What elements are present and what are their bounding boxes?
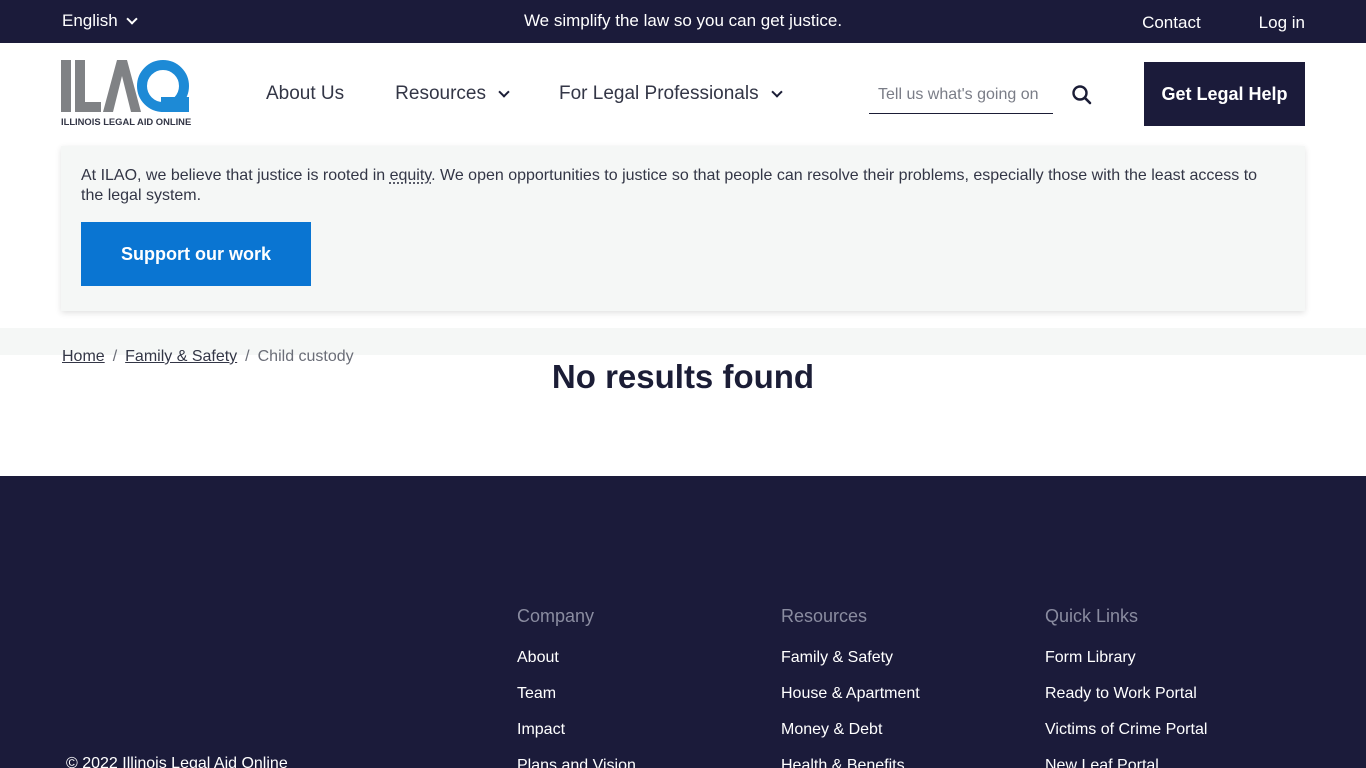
nav-about-us-label: About Us [266,83,345,104]
footer-link-health-benefits[interactable]: Health & Benefits [781,757,920,768]
logo-wordmark: ILLINOIS LEGAL AID ONLINE [61,116,191,127]
footer-link-money-debt[interactable]: Money & Debt [781,721,920,757]
top-links: Contact Log in [1142,13,1305,33]
footer-link-victims-of-crime[interactable]: Victims of Crime Portal [1045,721,1207,757]
login-link[interactable]: Log in [1259,13,1305,33]
copyright-text: © 2022 Illinois Legal Aid Online [66,755,288,768]
footer-resources-heading: Resources [781,606,868,626]
footer-link-impact[interactable]: Impact [517,721,636,757]
footer-company-column: Company About Team Impact Plans and Visi… [517,606,636,768]
main-nav: About Us Resources For Legal Professiona… [266,83,783,105]
site-footer: Company About Team Impact Plans and Visi… [0,476,1366,768]
footer-link-ready-to-work[interactable]: Ready to Work Portal [1045,685,1207,721]
footer-link-new-leaf[interactable]: New Leaf Portal [1045,757,1207,768]
footer-quick-links-column: Quick Links Form Library Ready to Work P… [1045,606,1207,768]
nav-legal-professionals[interactable]: For Legal Professionals [558,83,783,105]
get-legal-help-button[interactable]: Get Legal Help [1144,62,1305,126]
footer-link-team[interactable]: Team [517,685,636,721]
footer-resources-column: Resources Family & Safety House & Apartm… [781,606,920,768]
footer-link-plans-vision[interactable]: Plans and Vision [517,757,636,768]
footer-link-house-apartment[interactable]: House & Apartment [781,685,920,721]
chevron-down-icon [498,86,510,98]
equity-banner: At ILAO, we believe that justice is root… [61,146,1305,311]
footer-link-form-library[interactable]: Form Library [1045,649,1207,685]
support-our-work-button[interactable]: Support our work [81,222,311,286]
equity-link[interactable]: equity [390,167,432,184]
contact-link[interactable]: Contact [1142,13,1201,33]
site-header: ILLINOIS LEGAL AID ONLINE About Us Resou… [0,43,1366,143]
search-field-wrapper [869,78,1053,114]
no-results-heading: No results found [551,358,815,395]
ilao-logo[interactable]: ILLINOIS LEGAL AID ONLINE [61,58,191,128]
nav-resources[interactable]: Resources [395,83,510,105]
nav-resources-label: Resources [395,83,486,104]
search-input[interactable] [869,78,1053,112]
footer-quick-links-heading: Quick Links [1045,606,1139,626]
ilao-logo-mark: ILLINOIS LEGAL AID ONLINE [61,60,191,127]
footer-link-about[interactable]: About [517,649,636,685]
top-bar: English We simplify the law so you can g… [0,0,1366,43]
equity-statement: At ILAO, we believe that justice is root… [81,166,1281,206]
nav-about-us[interactable]: About Us [266,83,344,105]
footer-company-heading: Company [517,606,595,626]
chevron-down-icon [770,86,783,98]
nav-legal-professionals-label: For Legal Professionals [558,83,759,104]
footer-link-family-safety[interactable]: Family & Safety [781,649,920,685]
equity-text-start: At ILAO, we believe that justice is root… [81,167,390,184]
search-icon[interactable] [1071,84,1093,106]
